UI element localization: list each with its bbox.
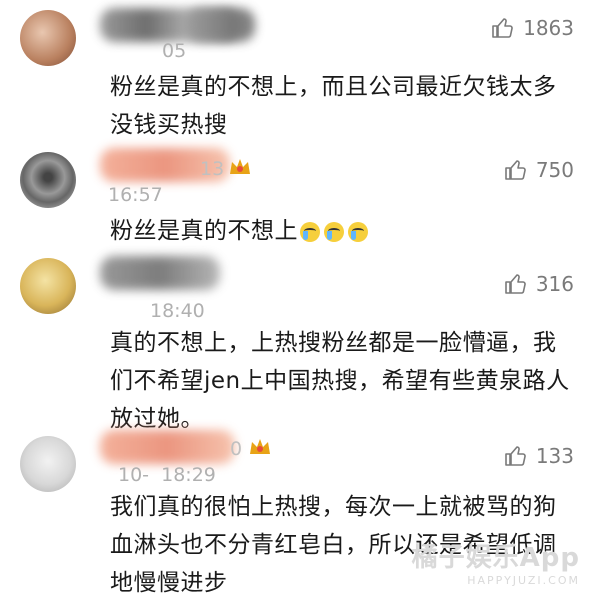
comment-text-row: 粉丝是真的不想上 [110, 212, 570, 250]
like-button[interactable]: 316 [504, 272, 574, 296]
comment-item-1: 05 1863 粉丝是真的不想上，而且公司最近欠钱太多没钱买热搜 [0, 0, 600, 150]
thumbs-up-icon [492, 18, 513, 38]
thumbs-up-icon [505, 446, 526, 466]
crown-badge-icon [230, 159, 250, 174]
crying-emoji-icon [324, 221, 344, 242]
crying-emoji-icon [300, 221, 320, 242]
crying-emoji-icon [348, 221, 368, 242]
like-button[interactable]: 1863 [491, 16, 574, 40]
username-blurred[interactable] [100, 430, 235, 464]
comment-item-3: 18:40 316 真的不想上，上热搜粉丝都是一脸懵逼，我们不希望jen上中国热… [0, 250, 600, 432]
comment-item-2: 13 16:57 750 粉丝是真的不想上 [0, 148, 600, 250]
like-count: 316 [535, 272, 574, 296]
app-watermark: 橘子娱乐App HAPPYJUZI.COM [412, 537, 580, 587]
comment-time-fragment: 13 [200, 158, 225, 180]
user-avatar[interactable] [20, 258, 76, 314]
like-count: 1863 [523, 16, 574, 40]
crown-badge-icon [250, 439, 270, 454]
comment-time: 16:57 [108, 184, 163, 206]
comment-time: 05 [162, 40, 187, 62]
like-button[interactable]: 133 [504, 444, 574, 468]
comment-text: 粉丝是真的不想上 [110, 218, 298, 244]
comment-time: 18:40 [150, 300, 205, 322]
comment-text: 粉丝是真的不想上，而且公司最近欠钱太多没钱买热搜 [110, 74, 557, 138]
comment-time-fragment: 0 [230, 438, 243, 460]
username-blurred[interactable] [185, 8, 255, 42]
comment-text: 真的不想上，上热搜粉丝都是一脸懵逼，我们不希望jen上中国热搜，希望有些黄泉路人… [110, 330, 570, 432]
like-count: 750 [535, 158, 574, 182]
user-avatar[interactable] [20, 10, 76, 66]
username-blurred[interactable] [100, 256, 220, 290]
watermark-sub: HAPPYJUZI.COM [467, 574, 580, 587]
like-count: 133 [535, 444, 574, 468]
like-button[interactable]: 750 [504, 158, 574, 182]
thumbs-up-icon [505, 160, 526, 180]
user-avatar[interactable] [20, 436, 76, 492]
comment-time: 10- 18:29 [118, 464, 216, 486]
thumbs-up-icon [505, 274, 526, 294]
user-avatar[interactable] [20, 152, 76, 208]
watermark-main: 橘子娱乐App [411, 543, 580, 573]
